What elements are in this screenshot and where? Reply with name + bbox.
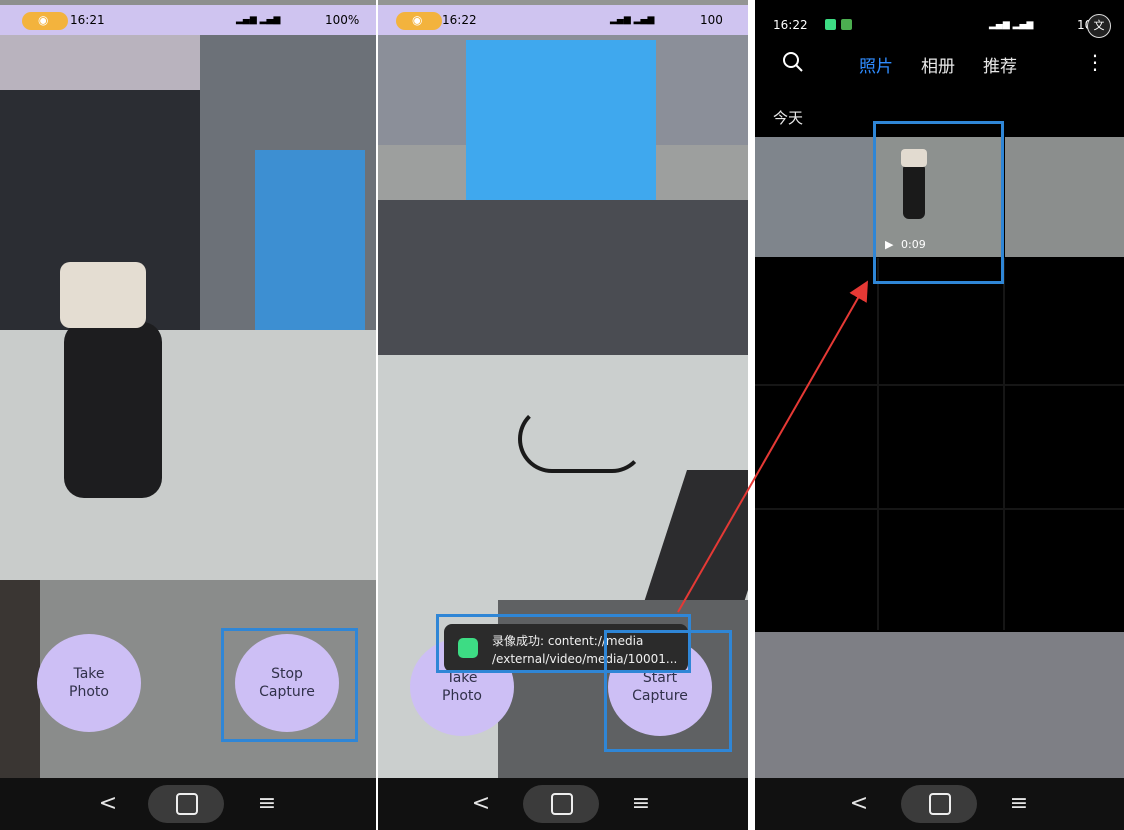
back-button[interactable]: < [461,778,501,830]
signal-icon: ▂▄▆ ▂▄▆ [989,20,1034,30]
pixelated-area [755,632,1124,780]
status-time: 16:22 [773,18,808,32]
start-capture-highlight [604,630,732,752]
grid-divider [755,384,1124,386]
grid-divider [755,508,1124,510]
menu-button[interactable]: ≡ [999,778,1039,830]
camera-icon: ◉ [412,13,423,27]
navigation-bar: < ≡ [378,778,748,830]
notification-icon [841,19,852,30]
battery-level: 100% [325,13,360,27]
video-thumbnail-highlight [873,121,1004,284]
battery-level: 100 [700,13,723,27]
camera-screen-saved: ◉ 16:22 ▂▄▆ ▂▄▆ 100 Take Photo Start Cap… [378,0,748,830]
back-button[interactable]: < [839,778,879,830]
status-time: 16:22 [442,13,477,27]
bottle-body [64,322,162,498]
photo-thumbnail[interactable] [755,137,873,257]
stop-capture-highlight [221,628,358,742]
navigation-bar: < ≡ [0,778,376,830]
bottle-cap [60,262,146,328]
grid-divider [877,258,879,630]
section-date-label: 今天 [773,109,804,127]
cable [518,405,646,473]
tab-photos[interactable]: 照片 [859,52,893,77]
menu-button[interactable]: ≡ [247,778,287,830]
back-button[interactable]: < [88,778,128,830]
navigation-bar: < ≡ [755,778,1124,830]
status-time: 16:21 [70,13,105,27]
pixelated-corner [0,580,40,780]
status-bar: 16:22 ▂▄▆ ▂▄▆ 10 文 [755,10,1124,40]
gallery-screen: 16:22 ▂▄▆ ▂▄▆ 10 文 照片 相册 推荐 ⋮ 今天 ▶ 0:09 … [755,0,1124,830]
pixelated-top [0,35,200,90]
photo-thumbnail[interactable] [1005,137,1124,257]
home-button[interactable] [176,793,198,815]
camera-recording-indicator: ◉ [22,12,68,30]
pixelated-blue [255,150,365,350]
tab-recommended[interactable]: 推荐 [983,52,1017,77]
camera-recording-indicator: ◉ [396,12,442,30]
take-photo-button[interactable]: Take Photo [37,634,141,732]
more-options-icon[interactable]: ⋮ [1085,50,1105,74]
signal-icon: ▂▄▆ ▂▄▆ [610,15,655,25]
camera-icon: ◉ [38,13,49,27]
menu-button[interactable]: ≡ [621,778,661,830]
signal-icon: ▂▄▆ ▂▄▆ [236,15,281,25]
search-icon[interactable] [781,50,805,74]
home-button[interactable] [929,793,951,815]
status-bar: ◉ 16:21 ▂▄▆ ▂▄▆ 100% [0,5,376,35]
home-button[interactable] [551,793,573,815]
translate-icon[interactable]: 文 [1087,14,1111,38]
notification-icon [825,19,836,30]
gallery-header: 照片 相册 推荐 ⋮ [755,44,1124,84]
camera-screen-recording: ◉ 16:21 ▂▄▆ ▂▄▆ 100% Take Photo Stop Cap… [0,0,376,830]
status-bar: ◉ 16:22 ▂▄▆ ▂▄▆ 100 [378,5,748,35]
monitor-dark [378,200,748,360]
grid-divider [1003,258,1005,630]
tab-albums[interactable]: 相册 [921,52,955,77]
